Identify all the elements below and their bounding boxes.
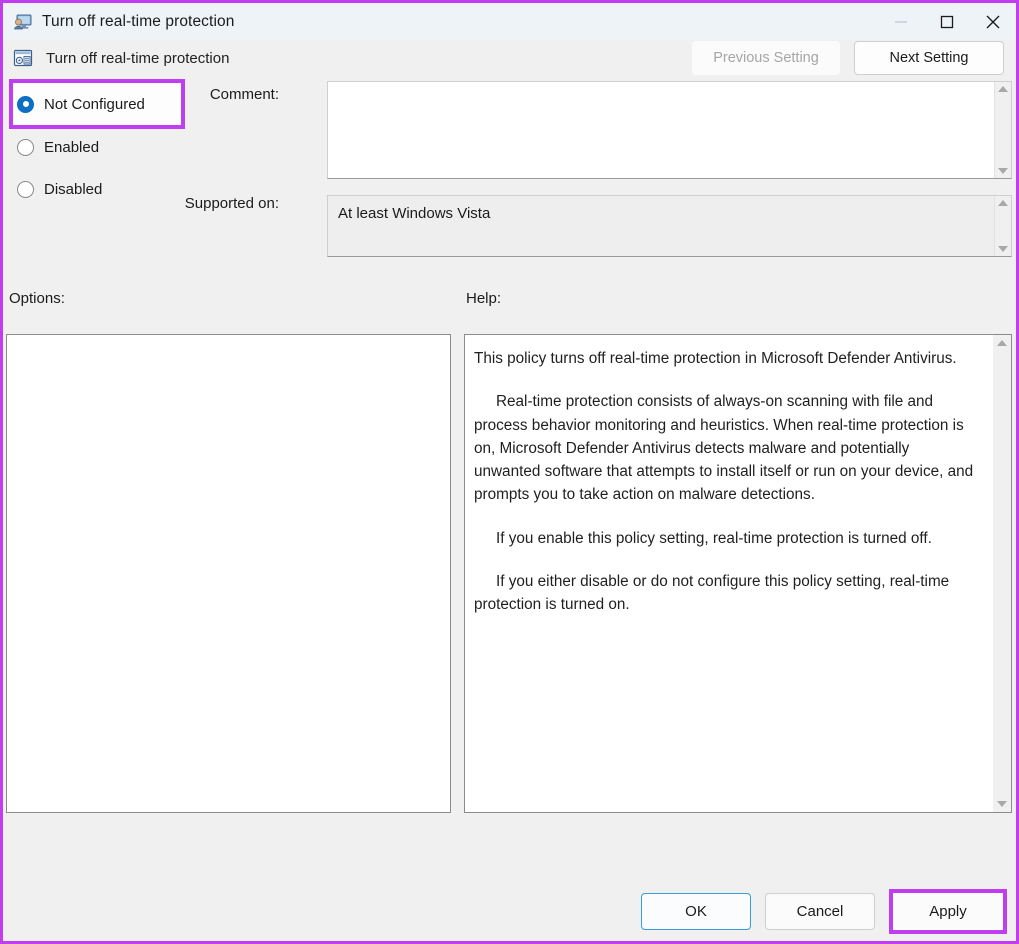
comment-value[interactable] — [328, 82, 994, 178]
comment-label: Comment: — [209, 86, 279, 103]
apply-button-highlight: Apply — [889, 889, 1007, 934]
window-title: Turn off real-time protection — [42, 12, 235, 30]
previous-setting-button[interactable]: Previous Setting — [692, 41, 840, 75]
content-panes: This policy turns off real-time protecti… — [3, 334, 1016, 875]
radio-indicator-not-configured — [17, 95, 34, 113]
cancel-button[interactable]: Cancel — [765, 893, 875, 930]
window-controls — [878, 3, 1016, 40]
help-pane: This policy turns off real-time protecti… — [464, 334, 1012, 813]
setting-navigation: Previous Setting Next Setting — [692, 41, 1004, 75]
help-paragraph: If you enable this policy setting, real-… — [496, 529, 932, 547]
supported-on-value: At least Windows Vista — [338, 205, 491, 222]
supported-on-scrollbar[interactable] — [994, 196, 1011, 256]
radio-indicator-enabled — [17, 138, 34, 156]
radio-label-disabled: Disabled — [44, 180, 103, 198]
minimize-icon[interactable] — [878, 3, 924, 40]
section-labels: Options: Help: — [3, 280, 1016, 334]
supported-on-label: Supported on: — [184, 195, 279, 212]
help-label: Help: — [466, 290, 502, 307]
policy-setting-dialog: Turn off real-time protection Turn off r… — [0, 0, 1019, 944]
help-paragraph: This policy turns off real-time protecti… — [474, 350, 957, 367]
scroll-up-icon[interactable] — [997, 340, 1007, 346]
options-label: Options: — [9, 290, 65, 307]
scroll-down-icon[interactable] — [998, 246, 1008, 252]
policy-name: Turn off real-time protection — [46, 49, 230, 67]
scroll-up-icon[interactable] — [998, 200, 1008, 206]
comment-field[interactable] — [327, 81, 1012, 179]
footer-buttons: OK Cancel Apply — [641, 889, 1007, 934]
help-paragraph: Real-time protection consists of always-… — [474, 393, 974, 504]
next-setting-button[interactable]: Next Setting — [854, 41, 1004, 75]
scroll-down-icon[interactable] — [998, 168, 1008, 174]
radio-indicator-disabled — [17, 180, 34, 198]
scroll-up-icon[interactable] — [998, 86, 1008, 92]
title-bar: Turn off real-time protection — [3, 3, 1016, 40]
maximize-icon[interactable] — [924, 3, 970, 40]
apply-button[interactable]: Apply — [893, 893, 1003, 930]
dialog-footer: OK Cancel Apply — [3, 875, 1016, 941]
options-pane[interactable] — [6, 334, 451, 813]
radio-enabled[interactable]: Enabled — [9, 133, 189, 161]
group-policy-setting-icon — [13, 48, 33, 68]
help-text: This policy turns off real-time protecti… — [465, 335, 993, 812]
supported-on-field: At least Windows Vista — [327, 195, 1012, 257]
ok-button[interactable]: OK — [641, 893, 751, 930]
radio-label-enabled: Enabled — [44, 138, 100, 156]
scroll-down-icon[interactable] — [997, 801, 1007, 807]
comment-scrollbar[interactable] — [994, 82, 1011, 178]
help-paragraph: If you either disable or do not configur… — [474, 572, 950, 613]
help-scrollbar[interactable] — [993, 335, 1011, 812]
policy-header: Turn off real-time protection Previous S… — [3, 40, 1016, 76]
upper-section: Not Configured Enabled Disabled Comment:… — [3, 76, 1016, 280]
close-icon[interactable] — [970, 3, 1016, 40]
monitor-user-icon — [13, 12, 33, 32]
